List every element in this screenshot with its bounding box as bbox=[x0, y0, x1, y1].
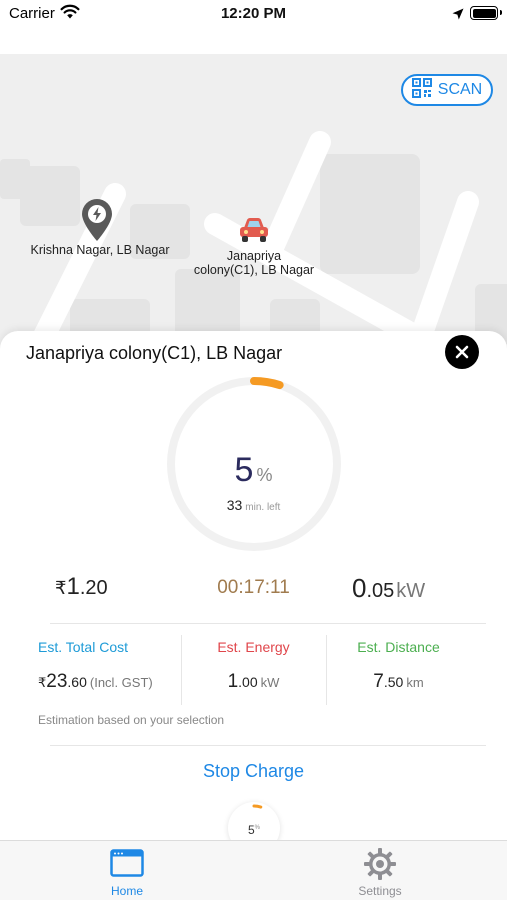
mini-charge-unit: % bbox=[254, 825, 261, 831]
est-distance-decimal: .50 bbox=[383, 674, 404, 690]
charging-session-sheet: Janapriya colony(C1), LB Nagar 5% 33 min.… bbox=[0, 331, 507, 854]
current-energy-whole: 0 bbox=[352, 573, 367, 603]
marker-label-janapriya: Janapriya colony(C1), LB Nagar bbox=[176, 249, 332, 277]
est-total-cost: Est. Total Cost ₹23.60 (Incl. GST) bbox=[38, 639, 178, 709]
est-distance: Est. Distance 7.50 km bbox=[326, 639, 471, 709]
tab-home-label: Home bbox=[110, 884, 143, 898]
est-energy-value: 1.00 kW bbox=[181, 671, 326, 693]
scan-label: SCAN bbox=[437, 81, 483, 98]
est-distance-value: 7.50 km bbox=[326, 671, 471, 693]
charge-progress-arc bbox=[250, 377, 284, 390]
current-energy-unit: kW bbox=[396, 580, 426, 602]
qr-code-icon bbox=[411, 77, 432, 103]
mini-charge-percent: 5% bbox=[228, 823, 280, 837]
time-left: 33 min. left bbox=[0, 497, 507, 513]
estimation-note: Estimation based on your selection bbox=[38, 713, 225, 727]
car-icon[interactable] bbox=[238, 217, 270, 248]
est-distance-label: Est. Distance bbox=[357, 639, 440, 655]
est-cost-decimal: .60 bbox=[67, 674, 87, 690]
battery-icon bbox=[470, 6, 502, 20]
map-view[interactable]: SCAN Krishna Nagar, LB Nagar Janapriya c… bbox=[0, 54, 507, 354]
elapsed-time: 00:17:11 bbox=[217, 577, 290, 598]
charging-station-pin-icon[interactable] bbox=[80, 198, 114, 247]
est-energy-unit: kW bbox=[260, 675, 280, 690]
close-button[interactable] bbox=[445, 335, 479, 369]
est-energy-label: Est. Energy bbox=[217, 639, 290, 655]
tab-settings-label: Settings bbox=[358, 884, 402, 898]
home-window-icon bbox=[110, 849, 144, 877]
est-total-cost-label: Est. Total Cost bbox=[38, 639, 129, 655]
marker-label-line1: Janapriya bbox=[226, 249, 282, 263]
charge-percent: 5% bbox=[0, 451, 507, 490]
divider bbox=[50, 745, 486, 746]
mini-progress-arc bbox=[252, 804, 263, 809]
stop-charge-button[interactable]: Stop Charge bbox=[0, 761, 507, 782]
status-bar: Carrier 12:20 PM bbox=[0, 0, 507, 54]
tab-home[interactable]: Home bbox=[62, 841, 192, 900]
est-cost-whole: 23 bbox=[46, 671, 68, 692]
est-cost-unit: (Incl. GST) bbox=[89, 675, 153, 690]
session-summary: ₹1.20 00:17:11 0.05 kW bbox=[0, 573, 507, 613]
est-energy: Est. Energy 1.00 kW bbox=[181, 639, 326, 709]
minutes-left-unit: min. left bbox=[245, 502, 281, 513]
marker-label-krishna-nagar: Krishna Nagar, LB Nagar bbox=[30, 243, 170, 257]
est-energy-decimal: .00 bbox=[238, 674, 258, 690]
minutes-left-value: 33 bbox=[226, 497, 243, 513]
est-distance-unit: km bbox=[406, 675, 424, 690]
close-icon bbox=[455, 345, 469, 359]
est-energy-whole: 1 bbox=[227, 671, 239, 692]
tab-bar: Home Settings bbox=[0, 840, 507, 900]
scan-qr-button[interactable]: SCAN bbox=[401, 74, 493, 106]
est-total-cost-value: ₹23.60 (Incl. GST) bbox=[38, 671, 178, 693]
current-energy: 0.05 kW bbox=[352, 573, 425, 604]
status-time: 12:20 PM bbox=[220, 5, 287, 22]
location-arrow-icon bbox=[452, 7, 464, 25]
charge-percent-unit: % bbox=[256, 465, 273, 485]
mini-charge-value: 5 bbox=[247, 823, 255, 837]
est-distance-whole: 7 bbox=[373, 671, 384, 692]
station-title: Janapriya colony(C1), LB Nagar bbox=[26, 343, 283, 363]
charge-percent-value: 5 bbox=[234, 451, 254, 489]
marker-label-line2: colony(C1), LB Nagar bbox=[193, 263, 315, 277]
tab-settings[interactable]: Settings bbox=[315, 841, 445, 900]
gear-icon bbox=[364, 848, 396, 880]
divider bbox=[50, 623, 486, 624]
current-energy-decimal: .05 bbox=[366, 580, 395, 602]
